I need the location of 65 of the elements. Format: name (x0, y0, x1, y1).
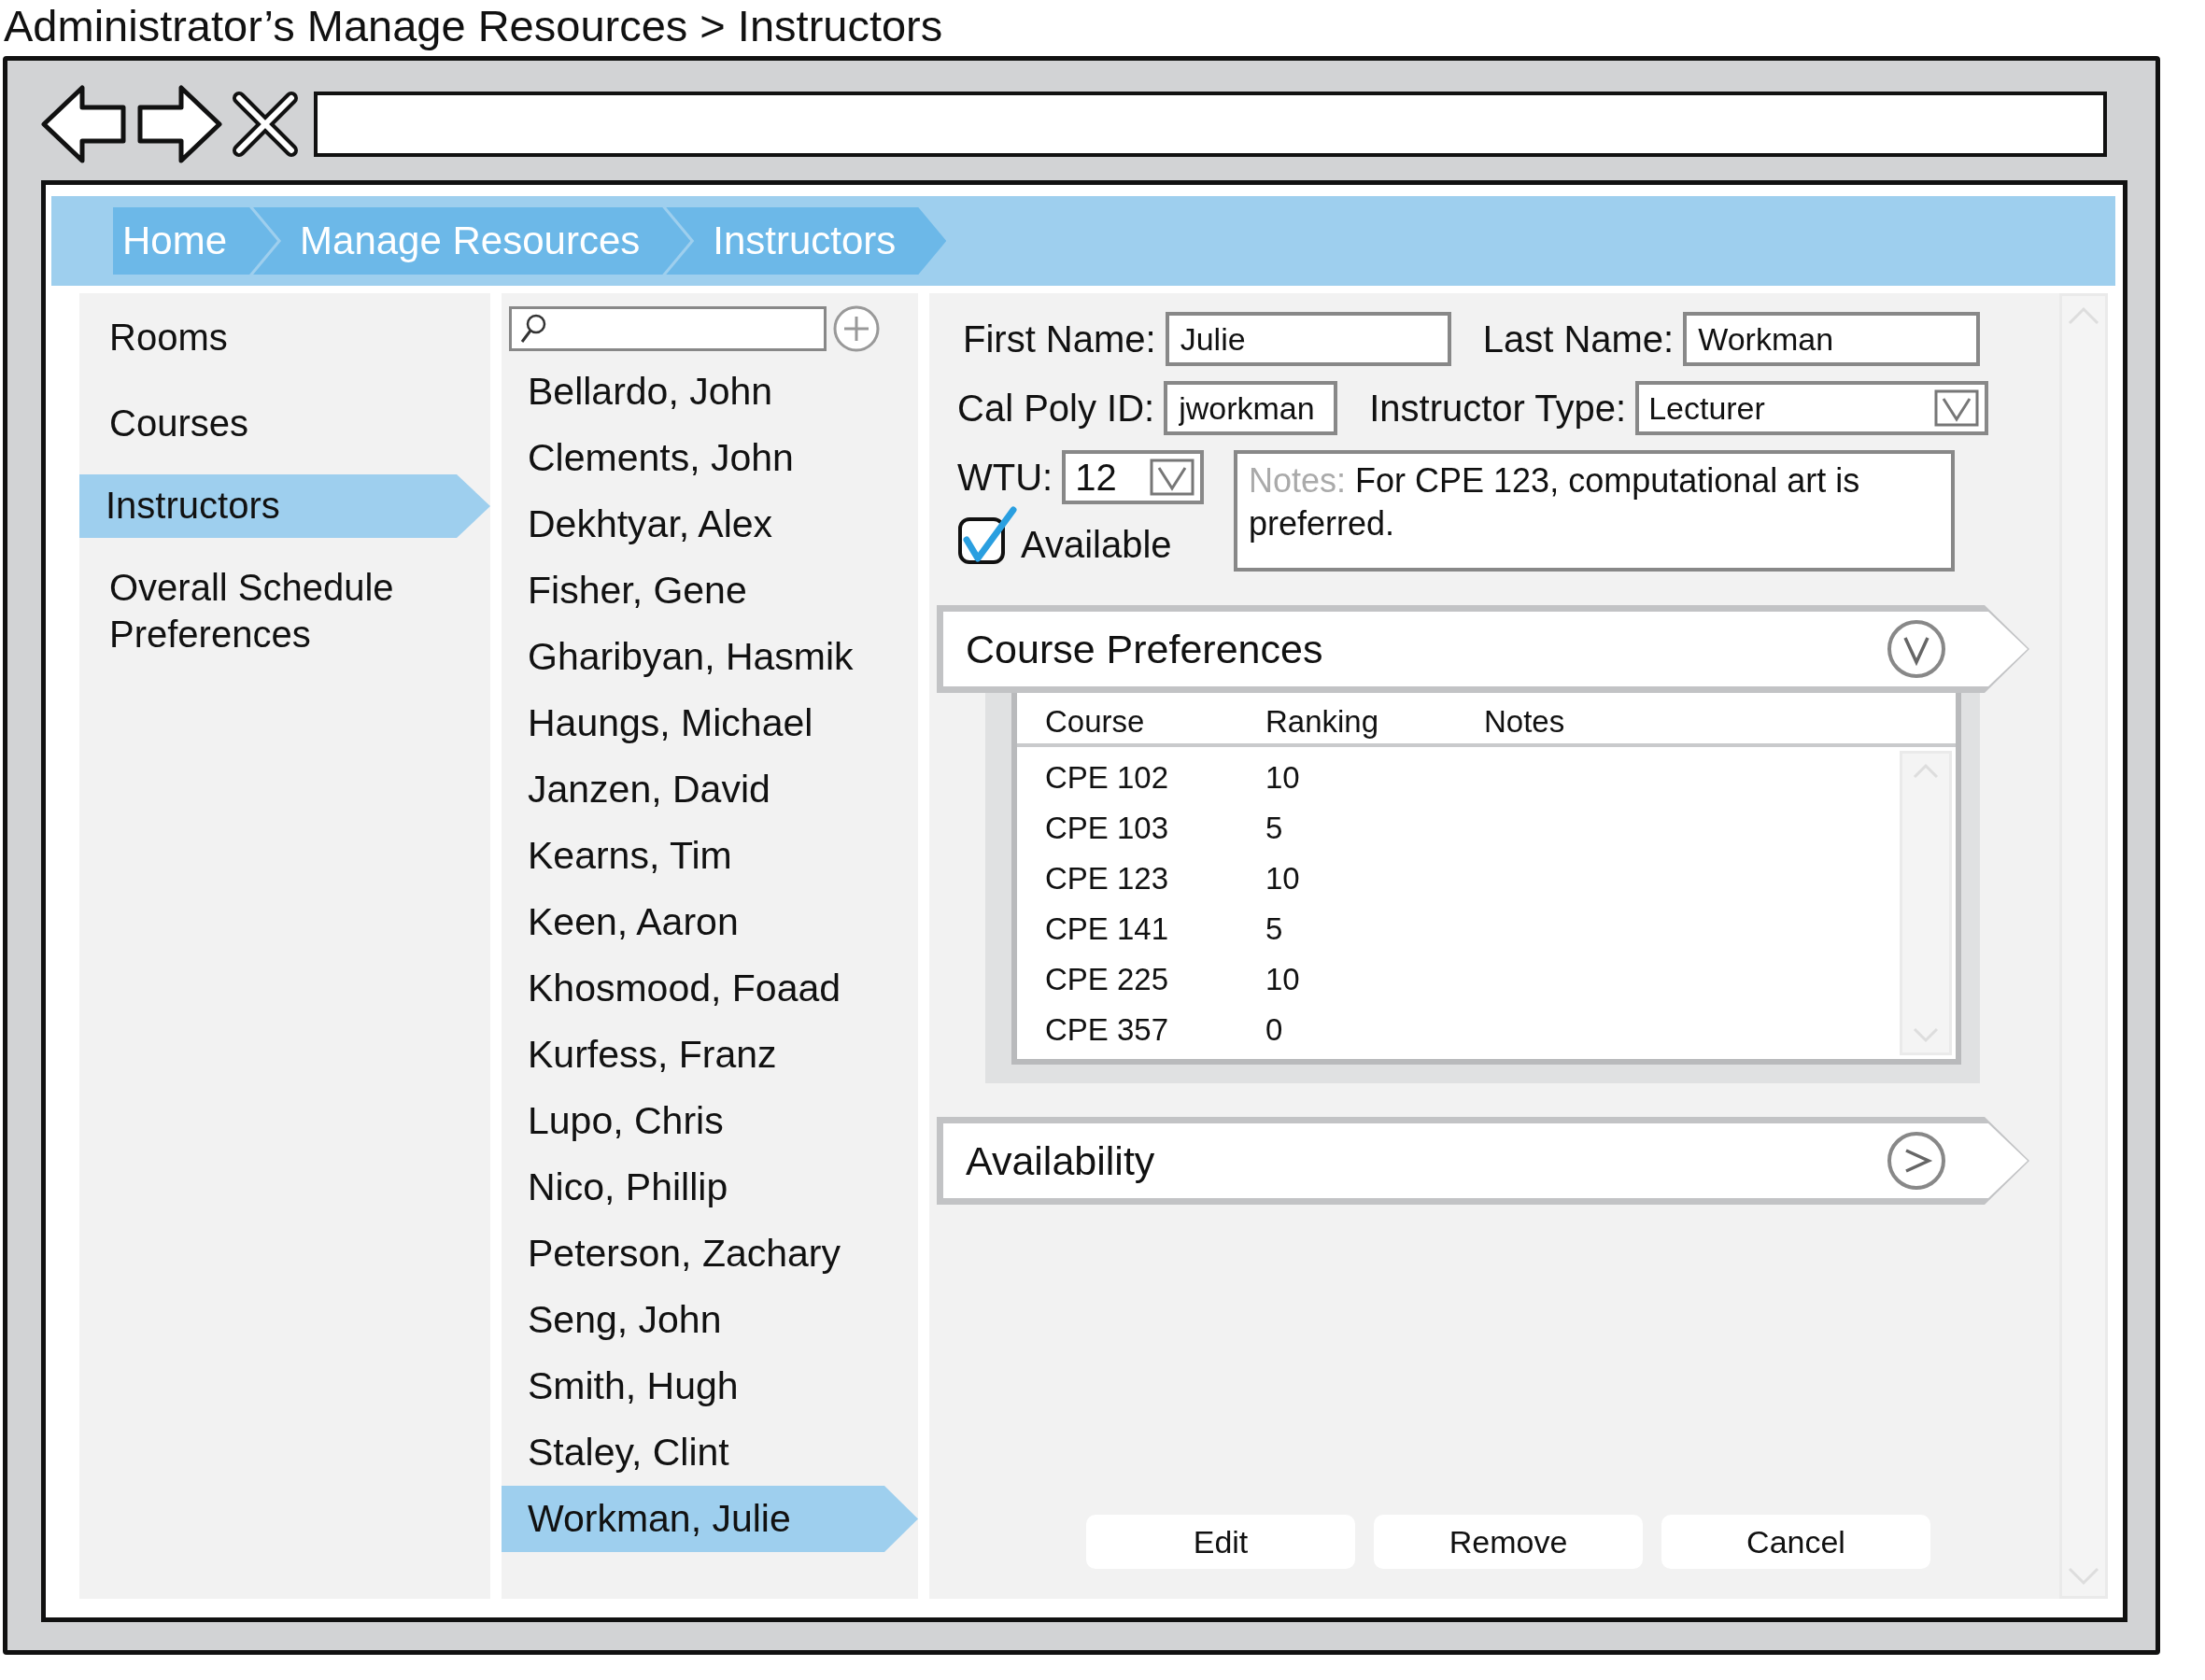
accordion-header[interactable]: Availability (937, 1117, 2029, 1205)
table-cell-text: 0 (1265, 1012, 1284, 1048)
chevron-down-icon (1886, 618, 1947, 680)
back-arrow-icon[interactable] (41, 85, 127, 163)
table-cell-text: 10 (1265, 962, 1301, 997)
instructor-list-item[interactable]: Kurfess, Franz (502, 1022, 918, 1088)
sidebar-item[interactable]: Rooms (79, 303, 483, 374)
instructor-list-item[interactable]: Khosmood, Foaad (502, 955, 918, 1022)
instructor-list-item[interactable]: Kearns, Tim (502, 823, 918, 889)
add-icon[interactable] (832, 304, 881, 353)
search-icon (519, 313, 547, 345)
search-field[interactable] (509, 306, 827, 351)
table-cell-text: CPE 357 (1044, 1012, 1170, 1048)
instructor-list-item[interactable]: Lupo, Chris (502, 1088, 918, 1154)
instructor-list-item[interactable]: Seng, John (502, 1287, 918, 1353)
field-label: Cal Poly ID: (957, 387, 1155, 430)
table-cell-text: 5 (1265, 811, 1284, 846)
instructor-list-item[interactable]: Gharibyan, Hasmik (502, 624, 918, 690)
table-cell-text: 10 (1265, 760, 1301, 796)
sidebar-item[interactable]: Overall Schedule Preferences (79, 553, 483, 671)
table-cell-text: 10 (1265, 861, 1301, 896)
instructor-list-item[interactable]: Clements, John (502, 425, 918, 491)
instructor-list-item[interactable]: Staley, Clint (502, 1419, 918, 1486)
instructor-list-item[interactable]: Smith, Hugh (502, 1353, 918, 1419)
instructor-list-item[interactable]: Keen, Aaron (502, 889, 918, 955)
table-cell-text: CPE 123 (1044, 861, 1170, 896)
table-cell-text: CPE 141 (1044, 911, 1170, 947)
dropdown-chevron-icon (1934, 389, 1980, 427)
last-name-field[interactable]: Workman (1683, 312, 1981, 366)
action-button[interactable]: Cancel (1661, 1515, 1930, 1569)
forward-arrow-icon[interactable] (136, 85, 222, 163)
sidebar-item[interactable]: Courses (79, 388, 483, 459)
column-header: Notes (1484, 704, 1566, 740)
instructor-list-item[interactable]: Janzen, David (502, 756, 918, 823)
instructor-list-item[interactable]: Haungs, Michael (502, 690, 918, 756)
instructor-list-item[interactable]: Dekhtyar, Alex (502, 491, 918, 558)
table-cell-text: CPE 225 (1044, 962, 1170, 997)
page-title: Administrator’s Manage Resources > Instructors (3, 0, 944, 52)
wtu-dropdown[interactable]: 12 (1062, 450, 1205, 504)
close-icon[interactable] (232, 91, 299, 158)
instructor-type-dropdown[interactable]: Lecturer (1635, 381, 1989, 435)
field-label: Last Name: (1482, 318, 1675, 360)
table-cell-text: CPE 103 (1044, 811, 1170, 846)
table-cell-text: 5 (1265, 911, 1284, 947)
first-name-field[interactable]: Julie (1165, 312, 1451, 366)
action-button[interactable]: Remove (1374, 1515, 1643, 1569)
instructor-list-item[interactable]: Workman, Julie (502, 1486, 918, 1552)
instructor-list-item[interactable]: Fisher, Gene (502, 558, 918, 624)
accordion-header[interactable]: Course Preferences (937, 605, 2029, 693)
instructor-list-item[interactable]: Nico, Phillip (502, 1154, 918, 1221)
instructor-list-item[interactable]: Peterson, Zachary (502, 1221, 918, 1287)
table-cell-text: CPE 102 (1044, 760, 1170, 796)
field-label: Instructor Type: (1369, 387, 1627, 430)
dropdown-chevron-icon (1150, 459, 1195, 496)
field-label: First Name: (963, 318, 1156, 360)
notes-field[interactable]: Notes: For CPE 123, computational art is preferred. (1234, 450, 1955, 572)
column-header: Ranking (1265, 704, 1380, 740)
address-field[interactable] (314, 92, 2107, 157)
column-header: Course (1044, 704, 1146, 740)
sidebar-item[interactable]: Instructors (79, 474, 490, 538)
available-checkbox[interactable]: Available (957, 506, 1234, 566)
instructor-list-item[interactable]: Bellardo, John (502, 359, 918, 425)
chevron-right-icon (1886, 1130, 1947, 1192)
action-button[interactable]: Edit (1086, 1515, 1355, 1569)
field-label: WTU: (957, 456, 1053, 499)
